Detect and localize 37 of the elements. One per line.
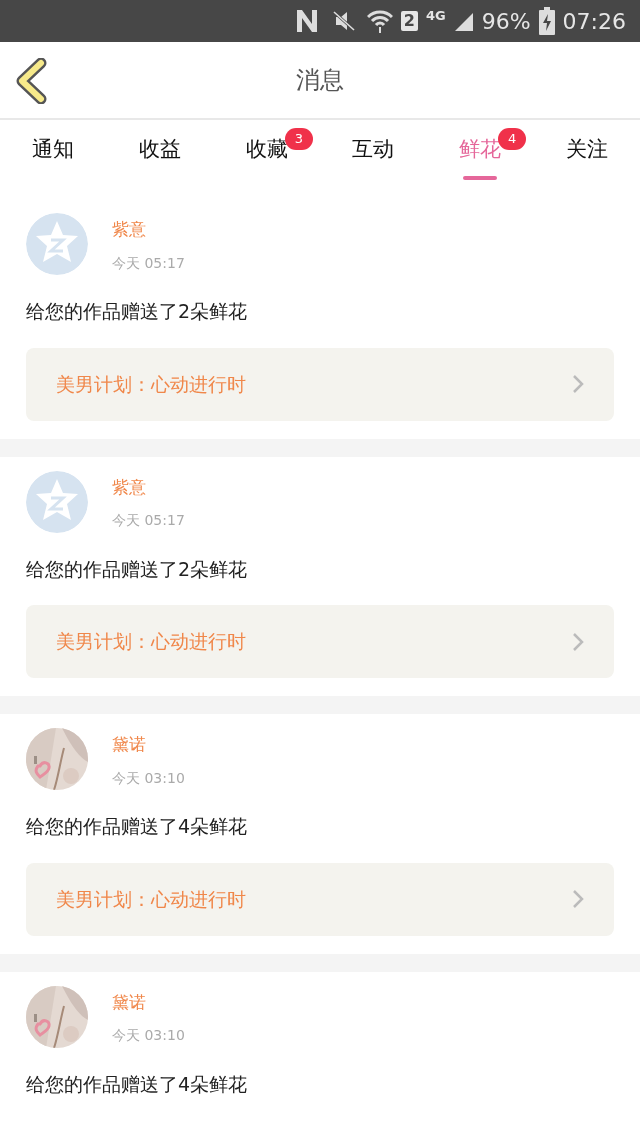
- message-text: 给您的作品赠送了2朵鲜花: [26, 556, 249, 582]
- clock: 07:26: [562, 7, 626, 36]
- tab[interactable]: 收益: [106, 120, 214, 185]
- tab[interactable]: 互动: [320, 120, 427, 185]
- count-badge: 4: [498, 128, 527, 150]
- work-link[interactable]: 美男计划：心动进行时: [26, 347, 614, 421]
- user-name[interactable]: 紫意: [112, 474, 185, 500]
- timestamp: 今天 03:10: [112, 768, 185, 788]
- page-title: 消息: [296, 65, 344, 96]
- timestamp: 今天 05:17: [112, 253, 185, 273]
- signal-icon: [453, 11, 474, 31]
- battery-icon: [538, 7, 555, 35]
- tab[interactable]: 鲜花 4: [426, 120, 534, 185]
- back-button[interactable]: [14, 58, 48, 104]
- user-name[interactable]: 紫意: [112, 217, 185, 243]
- wifi-icon: [366, 9, 393, 33]
- chevron-icon: [572, 374, 584, 394]
- timestamp: 今天 03:10: [112, 1026, 185, 1045]
- user-name[interactable]: 黛诺: [112, 989, 185, 1015]
- work-link[interactable]: 美男计划：心动进行时: [26, 605, 614, 678]
- message-text: 给您的作品赠送了2朵鲜花: [26, 299, 249, 324]
- work-link[interactable]: 美男计划：心动进行时: [26, 862, 614, 936]
- message-text: 给您的作品赠送了4朵鲜花: [26, 814, 249, 839]
- avatar-icon: [26, 470, 88, 533]
- network-label: 4G: [425, 7, 446, 25]
- user-name[interactable]: 黛诺: [112, 732, 185, 758]
- battery-percent: 96%: [481, 7, 531, 36]
- tab-indicator: [463, 175, 497, 180]
- n-icon: [294, 8, 319, 34]
- sim-badge: 2: [400, 11, 418, 31]
- avatar-icon: [26, 213, 88, 275]
- timestamp: 今天 05:17: [112, 511, 185, 530]
- tab[interactable]: 关注: [533, 120, 640, 185]
- tab[interactable]: 通知: [0, 120, 107, 185]
- chevron-icon: [572, 889, 584, 909]
- chevron-icon: [572, 631, 584, 652]
- message-text: 给您的作品赠送了4朵鲜花: [26, 1071, 249, 1097]
